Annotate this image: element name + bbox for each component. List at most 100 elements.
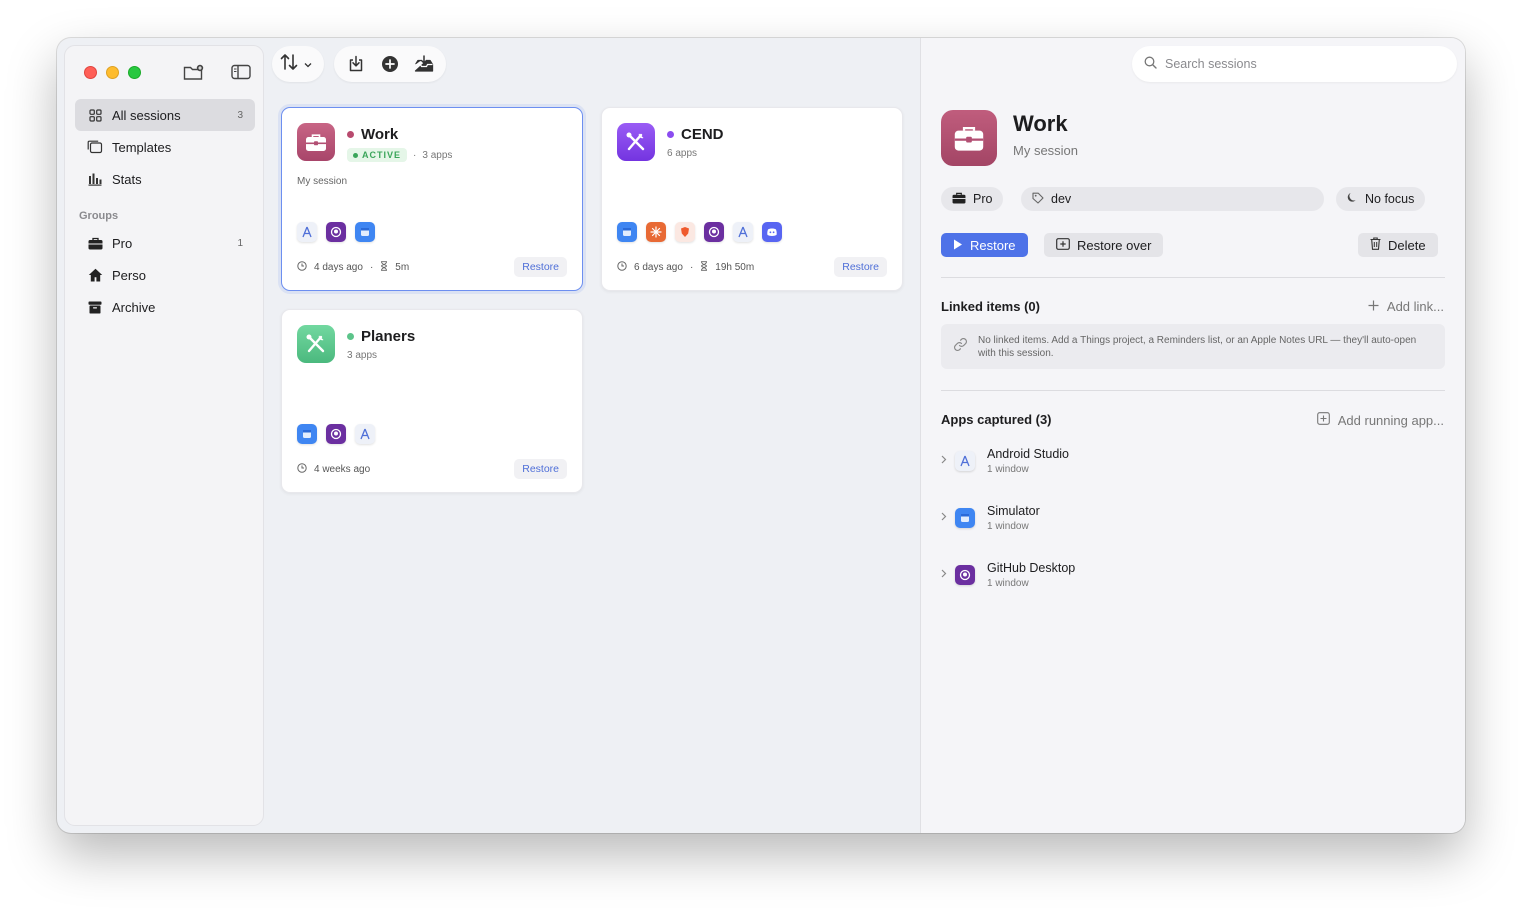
group-count: 1: [237, 237, 243, 249]
session-meta: ACTIVE · 3 apps: [347, 148, 452, 162]
github-desktop-icon: [955, 565, 975, 585]
apps-count: 3 apps: [422, 149, 453, 161]
claude-icon: [646, 222, 666, 242]
trash-icon: [1370, 237, 1381, 253]
github-desktop-icon: [326, 222, 346, 242]
tools-icon: [297, 325, 335, 363]
status-dot: [667, 131, 674, 138]
divider: [941, 277, 1445, 278]
session-name: CEND: [681, 126, 724, 143]
search-field[interactable]: [1132, 46, 1457, 82]
add-link-label: Add link...: [1386, 299, 1444, 314]
clock-icon: [617, 261, 627, 274]
simulator-icon: [955, 508, 975, 528]
linked-items-heading: Linked items (0): [941, 299, 1040, 314]
import-icon[interactable]: [344, 51, 368, 77]
app-row-github-desktop[interactable]: GitHub Desktop 1 window: [941, 555, 1445, 595]
app-icons: [617, 222, 782, 242]
session-count: 3: [237, 109, 243, 121]
sidebar-toggle-icon[interactable]: [230, 63, 252, 81]
add-link-button[interactable]: Add link...: [1368, 299, 1444, 314]
new-folder-icon[interactable]: [183, 63, 205, 81]
session-card-work[interactable]: Work ACTIVE · 3 apps My session 4 days a…: [281, 107, 583, 291]
restore-button[interactable]: Restore: [941, 233, 1028, 257]
active-badge: ACTIVE: [347, 148, 408, 162]
apps-count: 3 apps: [347, 350, 378, 361]
duration: 19h 50m: [715, 262, 755, 273]
session-footer: 6 days ago · 19h 50m: [617, 261, 754, 274]
search-input[interactable]: [1165, 57, 1425, 71]
zoom-window-button[interactable]: [128, 66, 141, 79]
detail-title: Work: [1013, 111, 1068, 136]
chevron-right-icon[interactable]: [941, 455, 951, 467]
app-row-simulator[interactable]: Simulator 1 window: [941, 498, 1445, 538]
capture-tray-icon[interactable]: [412, 51, 436, 77]
focus-chip[interactable]: No focus: [1336, 187, 1426, 211]
status-dot: [347, 131, 354, 138]
sidebar-item-all-sessions[interactable]: All sessions 3: [75, 99, 255, 131]
android-studio-icon: [955, 451, 975, 471]
simulator-icon: [355, 222, 375, 242]
clock-icon: [297, 463, 307, 476]
grid-icon: [87, 107, 103, 123]
android-studio-icon: [355, 424, 375, 444]
restore-button[interactable]: Restore: [514, 459, 567, 479]
chevron-right-icon[interactable]: [941, 569, 951, 581]
sidebar-item-archive[interactable]: Archive: [75, 291, 255, 323]
android-studio-icon: [733, 222, 753, 242]
tag-chip[interactable]: dev: [1021, 187, 1324, 211]
divider: [941, 390, 1445, 391]
status-badge: ACTIVE: [362, 150, 402, 160]
discord-icon: [762, 222, 782, 242]
tag-icon: [1032, 192, 1044, 207]
app-window-count: 1 window: [987, 521, 1029, 532]
session-name: Work: [361, 126, 399, 143]
session-title: Planers: [347, 328, 415, 345]
chevron-down-icon: [304, 55, 312, 73]
sidebar-item-label: Perso: [112, 267, 146, 283]
sidebar-item-perso[interactable]: Perso: [75, 259, 255, 291]
sidebar-item-label: Stats: [112, 171, 142, 187]
add-square-icon: [1056, 237, 1070, 253]
app-info: Android Studio 1 window: [987, 447, 1069, 475]
detail-subtitle: My session: [1013, 143, 1079, 158]
sidebar-item-label: All sessions: [112, 107, 181, 123]
sidebar-item-templates[interactable]: Templates: [75, 131, 255, 163]
tag-chip-label: dev: [1051, 192, 1072, 206]
sidebar-item-label: Archive: [112, 299, 156, 315]
focus-chip-label: No focus: [1365, 192, 1415, 206]
time-ago: 6 days ago: [634, 262, 683, 273]
app-row-android-studio[interactable]: Android Studio 1 window: [941, 441, 1445, 481]
session-title: CEND: [667, 126, 724, 143]
session-meta: 6 apps: [667, 148, 697, 159]
brave-browser-icon: [675, 222, 695, 242]
app-window-count: 1 window: [987, 578, 1029, 589]
moon-icon: [1347, 192, 1358, 206]
delete-button[interactable]: Delete: [1358, 233, 1438, 257]
session-card-cend[interactable]: CEND 6 apps 6 days ago · 19h 50m Restore: [601, 107, 903, 291]
sidebar-item-pro[interactable]: Pro 1: [75, 227, 255, 259]
session-card-planers[interactable]: Planers 3 apps 4 weeks ago Restore: [281, 309, 583, 493]
github-desktop-icon: [704, 222, 724, 242]
minimize-window-button[interactable]: [106, 66, 119, 79]
app-icons: [297, 424, 375, 444]
restore-over-button[interactable]: Restore over: [1044, 233, 1164, 257]
app-name: Android Studio: [987, 447, 1070, 461]
close-window-button[interactable]: [84, 66, 97, 79]
add-running-app-button[interactable]: Add running app...: [1316, 412, 1444, 428]
separator: ·: [689, 262, 694, 273]
sidebar-item-label: Templates: [112, 139, 172, 155]
separator: ·: [369, 262, 374, 273]
chevron-right-icon[interactable]: [941, 512, 951, 524]
restore-button[interactable]: Restore: [514, 257, 567, 277]
session-meta: 3 apps: [347, 350, 377, 361]
add-session-icon[interactable]: [378, 51, 402, 77]
session-name: Planers: [361, 328, 416, 345]
sort-menu-button[interactable]: [272, 46, 324, 82]
group-chip[interactable]: Pro: [941, 187, 1004, 211]
app-window-count: 1 window: [987, 464, 1029, 475]
sidebar-item-stats[interactable]: Stats: [75, 163, 255, 195]
simulator-icon: [297, 424, 317, 444]
restore-button[interactable]: Restore: [834, 257, 887, 277]
app-info: Simulator 1 window: [987, 504, 1040, 532]
